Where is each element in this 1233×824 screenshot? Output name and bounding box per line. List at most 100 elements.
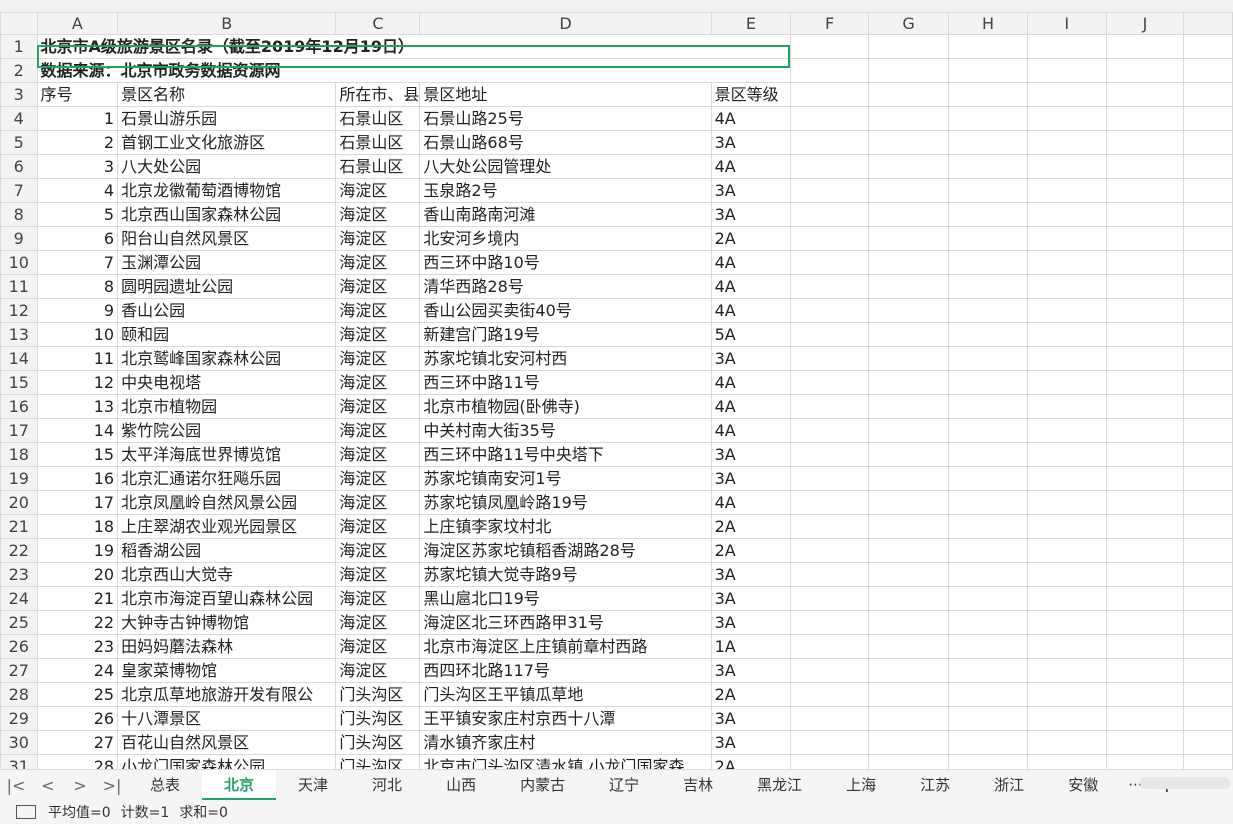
grid-cell[interactable] [868, 634, 949, 659]
grid-cell[interactable] [948, 298, 1028, 323]
cell-address[interactable]: 苏家坨镇北安河村西 [419, 346, 712, 371]
cell-level[interactable]: 4A [710, 154, 792, 179]
grid-cell[interactable] [868, 154, 949, 179]
cell-district[interactable]: 门头沟区 [335, 754, 421, 769]
column-header[interactable]: D [419, 12, 712, 35]
cell-name[interactable]: 石景山游乐园 [117, 106, 337, 131]
grid-cell[interactable] [868, 730, 949, 755]
grid-cell[interactable] [868, 34, 949, 59]
sheet-tab[interactable]: 辽宁 [587, 770, 661, 800]
cell-name[interactable]: 北京市海淀百望山森林公园 [117, 586, 337, 611]
grid-cell[interactable] [1026, 178, 1107, 203]
grid-cell[interactable] [1105, 370, 1185, 395]
grid-cell[interactable] [868, 514, 949, 539]
cell-name[interactable]: 紫竹院公园 [117, 418, 337, 443]
cell-no[interactable]: 22 [36, 610, 119, 635]
grid-cell[interactable] [868, 130, 949, 155]
grid-cell[interactable] [1105, 514, 1185, 539]
cell-district[interactable]: 石景山区 [335, 106, 421, 131]
next-sheet-button[interactable]: > [64, 776, 96, 795]
cell-district[interactable]: 海淀区 [335, 250, 421, 275]
cell-name[interactable]: 北京瓜草地旅游开发有限公 [117, 682, 337, 707]
cell-name[interactable]: 稻香湖公园 [117, 538, 337, 563]
grid-cell[interactable] [868, 754, 949, 769]
grid-cell[interactable] [1026, 346, 1107, 371]
grid-cell[interactable] [868, 202, 949, 227]
cell-name[interactable]: 北京西山国家森林公园 [117, 202, 337, 227]
grid-cell[interactable] [868, 538, 949, 563]
cell-no[interactable]: 16 [36, 466, 119, 491]
grid-cell[interactable] [868, 490, 949, 515]
cell-district[interactable]: 海淀区 [335, 226, 421, 251]
grid-cell[interactable] [790, 298, 870, 323]
cell-level[interactable]: 4A [710, 106, 792, 131]
grid-cell[interactable] [1183, 154, 1233, 179]
grid-cell[interactable] [948, 274, 1028, 299]
cell-address[interactable]: 西三环中路11号中央塔下 [419, 442, 712, 467]
cell-name[interactable]: 百花山自然风景区 [117, 730, 337, 755]
cell-district[interactable]: 海淀区 [335, 538, 421, 563]
grid-cell[interactable] [790, 226, 870, 251]
row-header[interactable]: 13 [0, 322, 38, 347]
cell-district[interactable]: 海淀区 [335, 466, 421, 491]
cell-name[interactable]: 大钟寺古钟博物馆 [117, 610, 337, 635]
grid-cell[interactable] [790, 370, 870, 395]
cell-level[interactable]: 2A [710, 754, 792, 769]
row-header[interactable]: 20 [0, 490, 38, 515]
grid-cell[interactable] [790, 58, 870, 83]
grid-cell[interactable] [790, 418, 870, 443]
cell-no[interactable]: 8 [36, 274, 119, 299]
cell-address[interactable]: 清水镇齐家庄村 [419, 730, 712, 755]
cell-district[interactable]: 门头沟区 [335, 682, 421, 707]
first-sheet-button[interactable]: |< [0, 776, 32, 795]
cell-address[interactable]: 苏家坨镇凤凰岭路19号 [419, 490, 712, 515]
cell-no[interactable]: 27 [36, 730, 119, 755]
grid-cell[interactable] [948, 658, 1028, 683]
grid-cell[interactable] [1105, 634, 1185, 659]
cell-address[interactable]: 香山公园买卖街40号 [419, 298, 712, 323]
grid-cell[interactable] [948, 610, 1028, 635]
grid-cell[interactable] [790, 250, 870, 275]
grid-cell[interactable] [868, 274, 949, 299]
last-sheet-button[interactable]: >| [96, 776, 128, 795]
cell-district[interactable]: 海淀区 [335, 418, 421, 443]
cell-level[interactable]: 3A [710, 610, 792, 635]
sheet-tab[interactable]: 北京 [202, 770, 277, 800]
cell-no[interactable]: 2 [36, 130, 119, 155]
grid-cell[interactable] [1183, 682, 1233, 707]
grid-cell[interactable] [1183, 562, 1233, 587]
row-header[interactable]: 14 [0, 346, 38, 371]
row-header[interactable]: 10 [0, 250, 38, 275]
grid-cell[interactable] [1026, 274, 1107, 299]
grid-cell[interactable] [1026, 706, 1107, 731]
grid-cell[interactable] [868, 250, 949, 275]
grid-cell[interactable] [1026, 538, 1107, 563]
grid-cell[interactable] [1026, 658, 1107, 683]
grid-cell[interactable] [948, 754, 1028, 769]
cell-level[interactable]: 4A [710, 418, 792, 443]
row-header[interactable]: 4 [0, 106, 38, 131]
grid-cell[interactable] [948, 634, 1028, 659]
cell-address[interactable]: 玉泉路2号 [419, 178, 712, 203]
grid-cell[interactable] [1105, 490, 1185, 515]
grid-cell[interactable] [948, 490, 1028, 515]
column-header[interactable]: C [335, 12, 421, 35]
cell-no[interactable]: 14 [36, 418, 119, 443]
grid-cell[interactable] [1183, 370, 1233, 395]
grid-cell[interactable] [868, 562, 949, 587]
grid-cell[interactable] [1105, 586, 1185, 611]
cell-no[interactable]: 3 [36, 154, 119, 179]
grid-cell[interactable] [868, 682, 949, 707]
grid-cell[interactable] [1183, 538, 1233, 563]
column-header[interactable]: F [790, 12, 870, 35]
cell-address[interactable]: 西三环中路10号 [419, 250, 712, 275]
grid-cell[interactable] [1183, 250, 1233, 275]
row-header[interactable]: 16 [0, 394, 38, 419]
cell-district[interactable]: 石景山区 [335, 154, 421, 179]
data-source[interactable]: 数据来源：北京市政务数据资源网 [36, 58, 792, 83]
cell-address[interactable]: 门头沟区王平镇瓜草地 [419, 682, 712, 707]
cell-name[interactable]: 八大处公园 [117, 154, 337, 179]
cell-district[interactable]: 海淀区 [335, 202, 421, 227]
cell-address[interactable]: 八大处公园管理处 [419, 154, 712, 179]
grid-cell[interactable] [790, 154, 870, 179]
